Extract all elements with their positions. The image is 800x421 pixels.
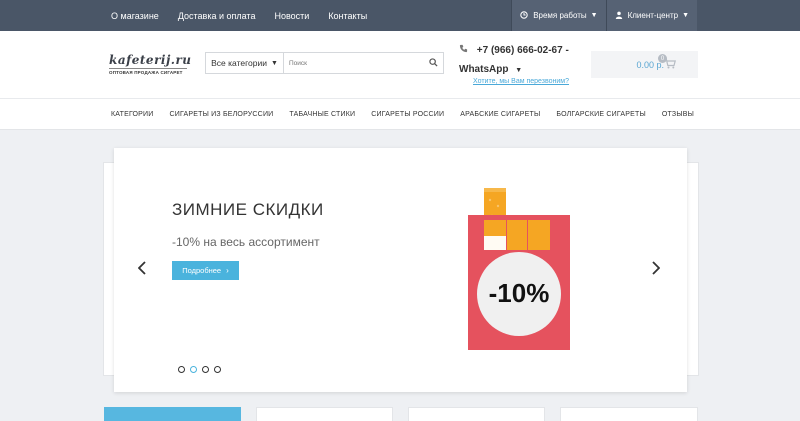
more-button-label: Подробнее	[182, 266, 222, 275]
feature-card	[408, 407, 545, 421]
slide-subtitle: -10% на весь ассортимент	[172, 235, 320, 249]
chevron-down-icon: ▼	[515, 67, 523, 74]
logo[interactable]: kafeterij.ru ОПТОВАЯ ПРОДАЖА СИГАРЕТ	[109, 53, 192, 79]
more-button[interactable]: Подробнее ›	[172, 261, 239, 280]
menu-item-russia[interactable]: СИГАРЕТЫ РОССИИ	[371, 111, 444, 118]
slider-dot[interactable]	[214, 366, 221, 373]
chevron-down-icon: ▼	[682, 12, 689, 19]
category-select[interactable]: Все категории ▼	[206, 53, 284, 73]
client-center-label: Клиент-центр	[627, 11, 679, 20]
clock-icon	[520, 10, 528, 21]
search-input[interactable]	[284, 53, 423, 73]
top-nav-news[interactable]: Новости	[274, 11, 309, 21]
header: kafeterij.ru ОПТОВАЯ ПРОДАЖА СИГАРЕТ Все…	[0, 31, 800, 99]
callback-link[interactable]: Хотите, мы Вам перезвоним?	[473, 78, 569, 85]
logo-brand: kafeterij.ru	[109, 53, 192, 67]
cigarette-pack-image	[468, 188, 570, 350]
chevron-down-icon: ▼	[270, 59, 278, 67]
phone-number[interactable]: +7 (966) 666-02-67 -	[459, 44, 569, 56]
slide-title: ЗИМНИЕ СКИДКИ	[172, 200, 324, 219]
phone-icon	[459, 44, 471, 56]
menu-item-sticks[interactable]: ТАБАЧНЫЕ СТИКИ	[289, 111, 355, 118]
search-icon	[428, 54, 438, 72]
discount-label: -10%	[488, 278, 550, 308]
user-icon	[615, 11, 623, 21]
work-hours-dropdown[interactable]: Время работы ▼	[511, 0, 606, 31]
feature-card	[256, 407, 393, 421]
search-button[interactable]	[423, 53, 443, 73]
phone-text: +7 (966) 666-02-67 -	[476, 45, 569, 56]
logo-subtitle: ОПТОВАЯ ПРОДАЖА СИГАРЕТ	[109, 68, 187, 75]
cart-count-badge: 0	[658, 54, 667, 63]
work-hours-label: Время работы	[533, 11, 587, 20]
search-bar: Все категории ▼	[205, 52, 444, 74]
top-nav-contacts[interactable]: Контакты	[328, 11, 367, 21]
feature-card	[104, 407, 241, 421]
feature-card	[560, 407, 698, 421]
whatsapp-dropdown[interactable]: WhatsApp ▼	[459, 64, 522, 75]
menu-item-arabic[interactable]: АРАБСКИЕ СИГАРЕТЫ	[460, 111, 540, 118]
slider-dots	[178, 366, 221, 373]
top-nav: О магазине Доставка и оплата Новости Кон…	[111, 0, 386, 31]
menu-item-reviews[interactable]: ОТЗЫВЫ	[662, 111, 694, 118]
chevron-right-icon: ›	[226, 266, 229, 275]
top-bar: О магазине Доставка и оплата Новости Кон…	[0, 0, 800, 31]
slider-next-arrow[interactable]	[652, 261, 661, 280]
slider-dot-active[interactable]	[190, 366, 197, 373]
client-center-dropdown[interactable]: Клиент-центр ▼	[605, 0, 697, 31]
menu-item-categories[interactable]: КАТЕГОРИИ	[111, 111, 154, 118]
chevron-down-icon: ▼	[590, 12, 598, 19]
top-bar-right: Время работы ▼ Клиент-центр ▼	[511, 0, 697, 31]
category-select-label: Все категории	[211, 58, 267, 68]
promo-slider: ЗИМНИЕ СКИДКИ -10% на весь ассортимент П…	[114, 148, 687, 392]
slider-dot[interactable]	[178, 366, 185, 373]
top-nav-delivery[interactable]: Доставка и оплата	[178, 11, 256, 21]
slider-prev-arrow[interactable]	[137, 261, 146, 280]
cart-button[interactable]: 0.00 р. 0	[591, 51, 698, 78]
menu-item-bulgarian[interactable]: БОЛГАРСКИЕ СИГАРЕТЫ	[556, 111, 646, 118]
menu-item-belarus[interactable]: СИГАРЕТЫ ИЗ БЕЛОРУССИИ	[170, 111, 274, 118]
top-nav-about[interactable]: О магазине	[111, 11, 159, 21]
slider-dot[interactable]	[202, 366, 209, 373]
main-menu: КАТЕГОРИИ СИГАРЕТЫ ИЗ БЕЛОРУССИИ ТАБАЧНЫ…	[0, 99, 800, 130]
whatsapp-label: WhatsApp	[459, 64, 509, 75]
